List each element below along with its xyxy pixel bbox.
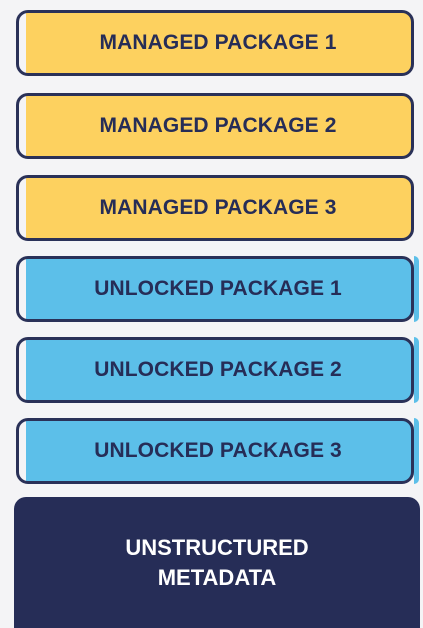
- managed-package-2-block: MANAGED PACKAGE 2: [16, 93, 414, 159]
- unlocked-package-1-label: UNLOCKED PACKAGE 1: [94, 277, 342, 300]
- unstructured-metadata-block: UNSTRUCTURED METADATA: [14, 497, 420, 628]
- managed-package-1-block: MANAGED PACKAGE 1: [16, 10, 414, 76]
- unstructured-metadata-label: UNSTRUCTURED METADATA: [125, 534, 309, 590]
- managed-package-3-block: MANAGED PACKAGE 3: [16, 175, 414, 241]
- unlocked-package-2-block: UNLOCKED PACKAGE 2: [16, 337, 419, 403]
- managed-package-1-label: MANAGED PACKAGE 1: [99, 31, 337, 54]
- package-stack-diagram: MANAGED PACKAGE 1 MANAGED PACKAGE 2 MANA…: [0, 0, 423, 628]
- managed-package-2-label: MANAGED PACKAGE 2: [99, 114, 337, 137]
- unlocked-package-2-label: UNLOCKED PACKAGE 2: [94, 358, 342, 381]
- unlocked-package-1-block: UNLOCKED PACKAGE 1: [16, 256, 419, 322]
- unlocked-package-3-block: UNLOCKED PACKAGE 3: [16, 418, 419, 484]
- managed-package-3-label: MANAGED PACKAGE 3: [99, 196, 337, 219]
- unlocked-package-3-label: UNLOCKED PACKAGE 3: [94, 439, 342, 462]
